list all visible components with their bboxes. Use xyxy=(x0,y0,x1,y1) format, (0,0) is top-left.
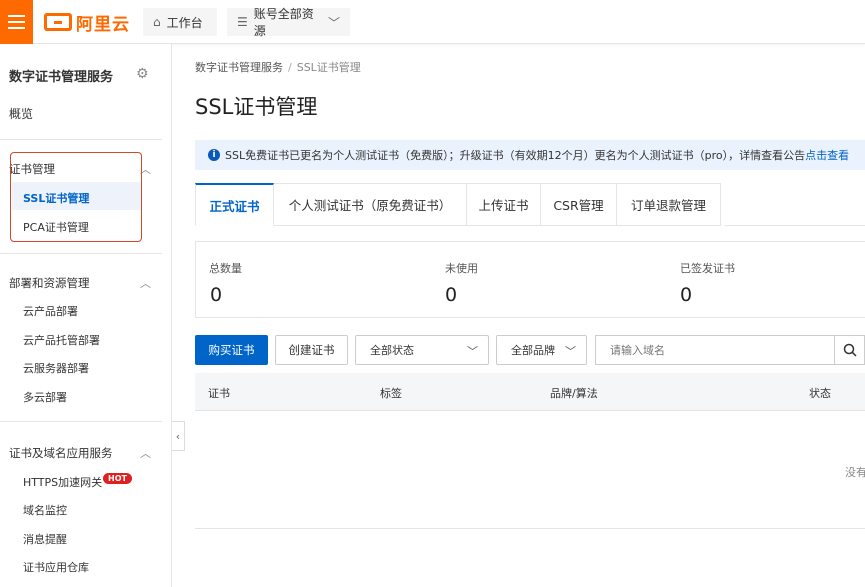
tab-label: 订单退款管理 xyxy=(630,198,706,213)
top-bar: 阿里云 ⌂ 工作台 ☰ 账号全部资源 ﹀ xyxy=(0,0,865,44)
breadcrumb-root[interactable]: 数字证书管理服务 xyxy=(195,61,283,74)
resources-label: 账号全部资源 xyxy=(253,7,314,38)
sidebar-title: 数字证书管理服务 xyxy=(9,70,114,85)
breadcrumb-current: SSL证书管理 xyxy=(296,61,361,74)
tab-bar: 正式证书 个人测试证书（原免费证书） 上传证书 CSR管理 订单退款管理 xyxy=(195,183,721,226)
tab-personal-test-certs[interactable]: 个人测试证书（原免费证书） xyxy=(274,183,467,226)
create-cert-button[interactable]: 创建证书 xyxy=(275,335,348,365)
stat-label-total: 总数量 xyxy=(209,262,242,275)
stat-value-unused: 0 xyxy=(445,284,458,306)
domain-search-input[interactable] xyxy=(595,335,834,365)
sidebar-item-domain-monitor[interactable]: 域名监控 xyxy=(23,502,67,518)
tab-label: CSR管理 xyxy=(553,198,604,213)
notice-banner: i SSL免费证书已更名为个人测试证书（免费版）；升级证书（有效期12个月）更名… xyxy=(195,140,865,170)
aliyun-logo-icon xyxy=(44,13,72,31)
sidebar-item-overview[interactable]: 概览 xyxy=(9,105,33,122)
stat-value-issued: 0 xyxy=(680,284,693,306)
notice-text: SSL免费证书已更名为个人测试证书（免费版）；升级证书（有效期12个月）更名为个… xyxy=(225,149,806,162)
column-header-status: 状态 xyxy=(809,387,831,400)
tab-csr-management[interactable]: CSR管理 xyxy=(541,183,617,226)
sidebar-group-app-services[interactable]: 证书及域名应用服务 xyxy=(9,445,113,461)
buy-cert-label: 购买证书 xyxy=(208,343,255,357)
notice-link[interactable]: 点击查看 xyxy=(805,149,849,162)
info-icon: i xyxy=(208,149,220,161)
create-cert-label: 创建证书 xyxy=(288,343,335,357)
highlight-annotation-box xyxy=(10,152,142,242)
chevron-left-icon: ‹ xyxy=(175,429,181,443)
column-header-cert: 证书 xyxy=(208,387,230,400)
column-header-tags: 标签 xyxy=(380,387,402,400)
sidebar: 数字证书管理服务 ⚙ 概览 证书管理 ︿ SSL证书管理 PCA证书管理 部署和… xyxy=(0,44,172,587)
search-button[interactable] xyxy=(834,335,865,365)
search-icon xyxy=(843,343,857,357)
hot-badge: HOT xyxy=(103,473,132,484)
sidebar-item-cloud-deploy[interactable]: 云产品部署 xyxy=(23,303,78,319)
chevron-down-icon: ﹀ xyxy=(565,345,576,358)
chevron-up-icon[interactable]: ︿ xyxy=(140,445,151,461)
tab-label: 上传证书 xyxy=(478,198,529,213)
toolbar: 购买证书 创建证书 全部状态 ﹀ 全部品牌 ﹀ xyxy=(195,335,865,365)
tab-order-refund[interactable]: 订单退款管理 xyxy=(617,183,721,226)
sidebar-divider xyxy=(0,139,162,140)
tab-upload-cert[interactable]: 上传证书 xyxy=(467,183,541,226)
sidebar-item-cert-repository[interactable]: 证书应用仓库 xyxy=(23,559,89,575)
logo-text: 阿里云 xyxy=(76,14,130,35)
brand-select[interactable]: 全部品牌 ﹀ xyxy=(496,335,587,365)
breadcrumb: 数字证书管理服务 / SSL证书管理 xyxy=(195,59,361,75)
stack-icon: ☰ xyxy=(237,15,248,29)
stat-value-total: 0 xyxy=(210,284,223,306)
tab-label: 个人测试证书（原免费证书） xyxy=(288,198,452,213)
aliyun-logo[interactable]: 阿里云 xyxy=(44,11,130,35)
buy-cert-button[interactable]: 购买证书 xyxy=(195,335,268,365)
workbench-label: 工作台 xyxy=(166,15,203,30)
chevron-down-icon: ﹀ xyxy=(327,15,340,30)
table-header: 证书 标签 品牌/算法 状态 xyxy=(195,373,865,411)
workbench-button[interactable]: ⌂ 工作台 xyxy=(143,8,217,36)
home-icon: ⌂ xyxy=(153,15,161,29)
stat-label-issued: 已签发证书 xyxy=(680,262,735,275)
table-empty-text: 没有 xyxy=(845,466,865,479)
status-select-value: 全部状态 xyxy=(370,344,414,357)
sidebar-divider xyxy=(0,421,162,422)
brand-select-value: 全部品牌 xyxy=(511,344,555,357)
sidebar-divider xyxy=(0,253,162,254)
hamburger-menu-icon[interactable] xyxy=(0,0,33,44)
sidebar-item-server-deploy[interactable]: 云服务器部署 xyxy=(23,360,89,376)
resources-dropdown[interactable]: ☰ 账号全部资源 ﹀ xyxy=(227,7,350,38)
breadcrumb-separator: / xyxy=(288,61,292,74)
stat-label-unused: 未使用 xyxy=(445,262,478,275)
page-title: SSL证书管理 xyxy=(195,95,318,119)
sidebar-item-notifications[interactable]: 消息提醒 xyxy=(23,531,67,547)
status-select[interactable]: 全部状态 ﹀ xyxy=(355,335,489,365)
gear-icon[interactable]: ⚙ xyxy=(136,66,149,82)
column-header-brand: 品牌/算法 xyxy=(550,387,598,400)
sidebar-collapse-button[interactable]: ‹ xyxy=(172,421,185,451)
tab-label: 正式证书 xyxy=(209,198,260,214)
sidebar-item-managed-deploy[interactable]: 云产品托管部署 xyxy=(23,332,100,348)
chevron-up-icon[interactable]: ︿ xyxy=(140,275,151,291)
table-bottom-border xyxy=(195,528,865,529)
stats-panel: 总数量 0 未使用 0 已签发证书 0 xyxy=(195,241,865,318)
sidebar-group-deploy[interactable]: 部署和资源管理 xyxy=(9,275,90,291)
sidebar-item-multicloud-deploy[interactable]: 多云部署 xyxy=(23,389,67,405)
tab-bar-baseline xyxy=(725,225,865,226)
tab-formal-certs[interactable]: 正式证书 xyxy=(195,183,274,226)
sidebar-item-https-gateway[interactable]: HTTPS加速网关 xyxy=(23,474,102,490)
chevron-down-icon: ﹀ xyxy=(467,345,478,358)
